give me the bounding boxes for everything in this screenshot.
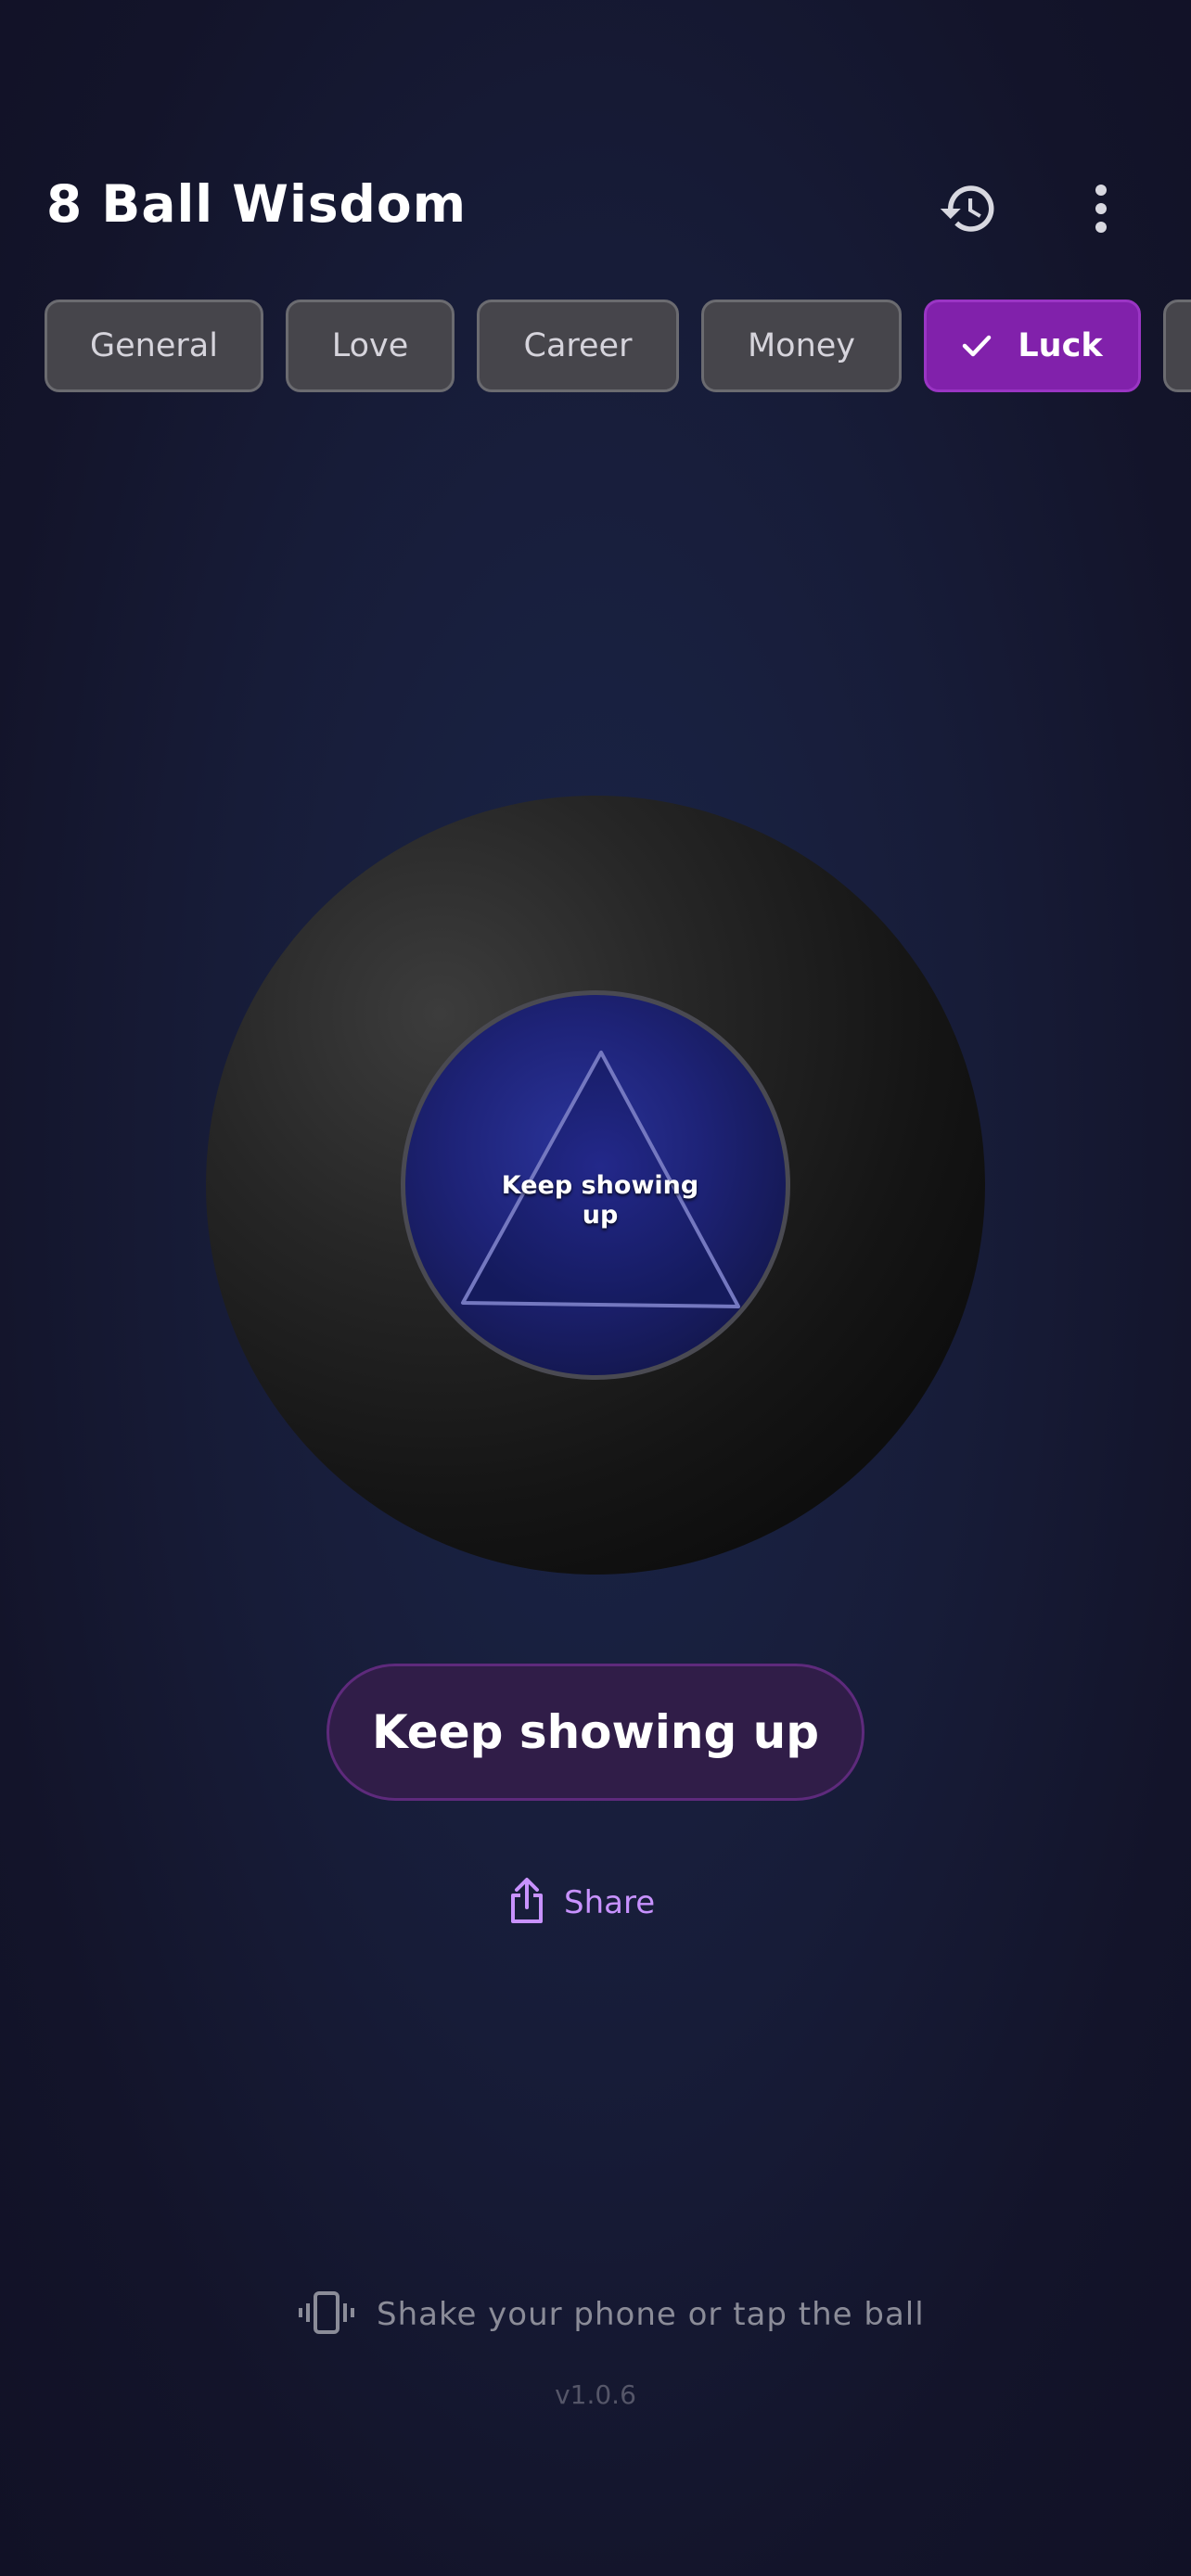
app-title: 8 Ball Wisdom [46, 174, 467, 234]
history-icon [938, 178, 999, 243]
version-label: v1.0.6 [555, 2379, 636, 2410]
answer-pill: Keep showing up [327, 1664, 864, 1801]
chip-label: General [90, 327, 218, 364]
hint-text: Shake your phone or tap the ball [377, 2296, 925, 2333]
share-icon [508, 1877, 545, 1929]
chip-love[interactable]: Love [286, 300, 455, 392]
check-icon [962, 334, 992, 358]
chip-label: Career [523, 327, 633, 364]
chip-label: Love [331, 327, 409, 364]
vibrate-icon [297, 2290, 356, 2339]
answer-window: Keep showing up [401, 990, 790, 1380]
category-chips: General Love Career Money Luck [0, 300, 1191, 396]
chip-label: Money [747, 327, 856, 364]
chip-label: Luck [1018, 327, 1103, 364]
answer-text: Keep showing up [371, 1705, 820, 1759]
history-button[interactable] [934, 176, 1003, 245]
chip-partial[interactable] [1163, 300, 1191, 392]
magic-8-ball[interactable]: Keep showing up [206, 796, 985, 1575]
shake-hint: Shake your phone or tap the ball [297, 2287, 925, 2342]
share-label: Share [564, 1884, 656, 1921]
more-vertical-icon [1092, 183, 1110, 238]
chip-money[interactable]: Money [701, 300, 902, 392]
more-options-button[interactable] [1067, 176, 1135, 245]
chip-luck[interactable]: Luck [924, 300, 1141, 392]
ball-answer-text: Keep showing up [501, 1171, 699, 1230]
share-button[interactable]: Share [508, 1873, 685, 1932]
chip-general[interactable]: General [45, 300, 263, 392]
chip-career[interactable]: Career [477, 300, 679, 392]
